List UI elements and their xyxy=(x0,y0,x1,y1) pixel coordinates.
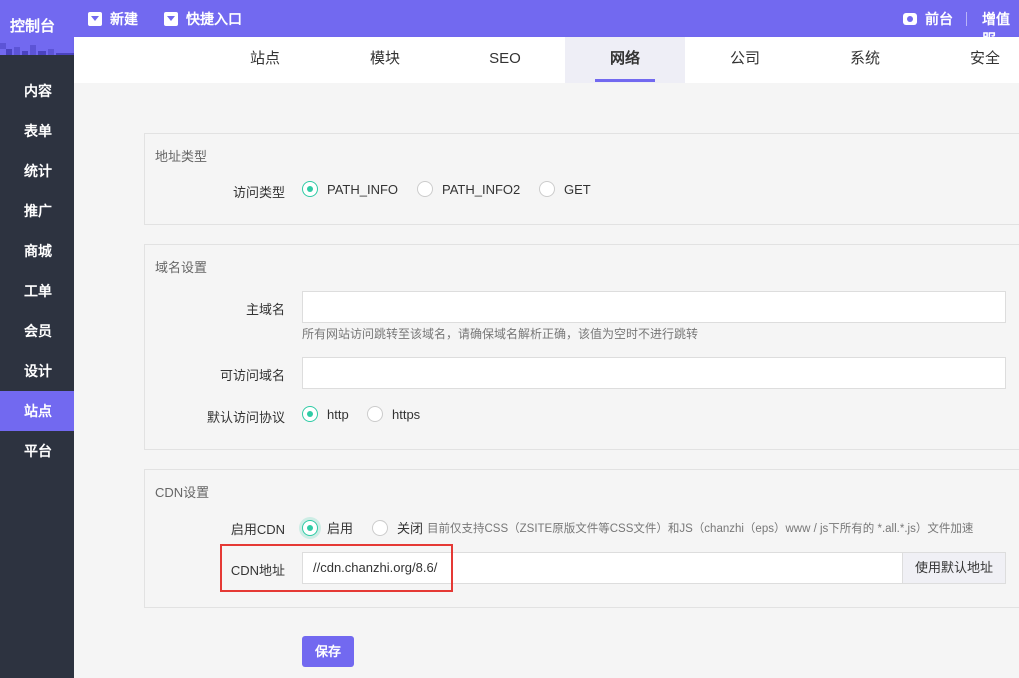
cdn-note: 目前仅支持CSS（ZSITE原版文件等CSS文件）和JS（chanzhi（eps… xyxy=(427,523,974,535)
allowed-domain-label: 可访问域名 xyxy=(219,368,285,383)
enable-cdn-label: 启用CDN xyxy=(230,522,285,537)
main-content: 地址类型 访问类型 PATH_INFO PATH_INFO2 GET 域名设置 … xyxy=(74,83,1019,678)
sidebar-item-platform[interactable]: 平台 xyxy=(0,431,74,471)
sidebar-item-members[interactable]: 会员 xyxy=(0,311,74,351)
panel-title: 域名设置 xyxy=(155,260,208,275)
radio-http[interactable]: http xyxy=(302,406,349,422)
access-type-label: 访问类型 xyxy=(232,185,285,200)
shortcut-label: 快捷入口 xyxy=(186,11,242,27)
sidebar-item-content[interactable]: 内容 xyxy=(0,71,74,111)
chevron-down-icon xyxy=(164,12,178,26)
use-default-address-button[interactable]: 使用默认地址 xyxy=(902,552,1006,584)
radio-https[interactable]: https xyxy=(367,406,420,422)
protocol-label: 默认访问协议 xyxy=(206,410,285,425)
radio-unchecked-icon xyxy=(372,519,388,536)
new-label: 新建 xyxy=(110,11,138,27)
radio-label: 启用 xyxy=(327,521,354,536)
radio-checked-icon xyxy=(302,519,318,536)
panel-title: 地址类型 xyxy=(155,149,208,164)
tab-company[interactable]: 公司 xyxy=(685,37,805,83)
address-type-panel: 地址类型 访问类型 PATH_INFO PATH_INFO2 GET xyxy=(144,133,1019,225)
sidebar: 内容 表单 统计 推广 商城 工单 会员 设计 站点 平台 xyxy=(0,37,74,678)
tab-site[interactable]: 站点 xyxy=(205,37,325,83)
radio-checked-icon xyxy=(302,406,318,422)
tab-bar: 站点 模块 SEO 网络 公司 系统 安全 xyxy=(74,37,1019,83)
new-menu-button[interactable]: 新建 xyxy=(88,9,138,29)
logo[interactable]: 控制台 xyxy=(0,0,74,37)
sidebar-item-forms[interactable]: 表单 xyxy=(0,111,74,151)
radio-unchecked-icon xyxy=(417,181,433,197)
top-bar: 控制台 新建 快捷入口 前台 增值服 xyxy=(0,0,1019,47)
radio-unchecked-icon xyxy=(367,406,383,422)
frontend-label: 前台 xyxy=(925,11,953,27)
tab-security[interactable]: 安全 xyxy=(925,37,1019,83)
radio-path-info[interactable]: PATH_INFO xyxy=(302,181,398,197)
sidebar-item-design[interactable]: 设计 xyxy=(0,351,74,391)
logo-pattern-icon xyxy=(0,37,74,55)
sidebar-item-site[interactable]: 站点 xyxy=(0,391,74,431)
radio-cdn-off[interactable]: 关闭 xyxy=(372,518,423,537)
sidebar-item-promotion[interactable]: 推广 xyxy=(0,191,74,231)
sidebar-item-shop[interactable]: 商城 xyxy=(0,231,74,271)
tab-system[interactable]: 系统 xyxy=(805,37,925,83)
main-domain-help: 所有网站访问跳转至该域名，请确保域名解析正确，该值为空时不进行跳转 xyxy=(302,327,699,341)
tab-modules[interactable]: 模块 xyxy=(325,37,445,83)
radio-label: http xyxy=(327,406,349,422)
radio-cdn-on[interactable]: 启用 xyxy=(302,518,353,537)
panel-title: CDN设置 xyxy=(155,485,210,500)
domain-settings-panel: 域名设置 主域名 所有网站访问跳转至该域名，请确保域名解析正确，该值为空时不进行… xyxy=(144,244,1019,450)
tab-seo[interactable]: SEO xyxy=(445,37,565,83)
sidebar-item-stats[interactable]: 统计 xyxy=(0,151,74,191)
eye-icon xyxy=(903,13,917,25)
cdn-settings-panel: CDN设置 启用CDN 启用 关闭 目前仅支持CSS（ZSITE原版文件等CSS… xyxy=(144,469,1019,608)
radio-label: PATH_INFO2 xyxy=(442,181,521,197)
radio-checked-icon xyxy=(302,181,318,197)
radio-path-info2[interactable]: PATH_INFO2 xyxy=(417,181,520,197)
radio-label: GET xyxy=(564,181,591,197)
main-domain-label: 主域名 xyxy=(245,302,285,317)
shortcut-menu-button[interactable]: 快捷入口 xyxy=(164,9,242,29)
sidebar-item-tickets[interactable]: 工单 xyxy=(0,271,74,311)
radio-label: https xyxy=(392,406,421,422)
radio-label: PATH_INFO xyxy=(327,181,399,197)
save-button[interactable]: 保存 xyxy=(302,636,354,667)
logo-text: 控制台 xyxy=(10,18,56,35)
tab-network[interactable]: 网络 xyxy=(565,37,685,83)
radio-unchecked-icon xyxy=(539,181,555,197)
radio-label: 关闭 xyxy=(397,521,424,536)
radio-get[interactable]: GET xyxy=(539,181,591,197)
allowed-domain-input[interactable] xyxy=(302,357,1006,389)
main-domain-input[interactable] xyxy=(302,291,1006,323)
highlight-box xyxy=(220,544,453,592)
frontend-link[interactable]: 前台 xyxy=(903,9,953,29)
chevron-down-icon xyxy=(88,12,102,26)
top-divider xyxy=(966,12,967,26)
